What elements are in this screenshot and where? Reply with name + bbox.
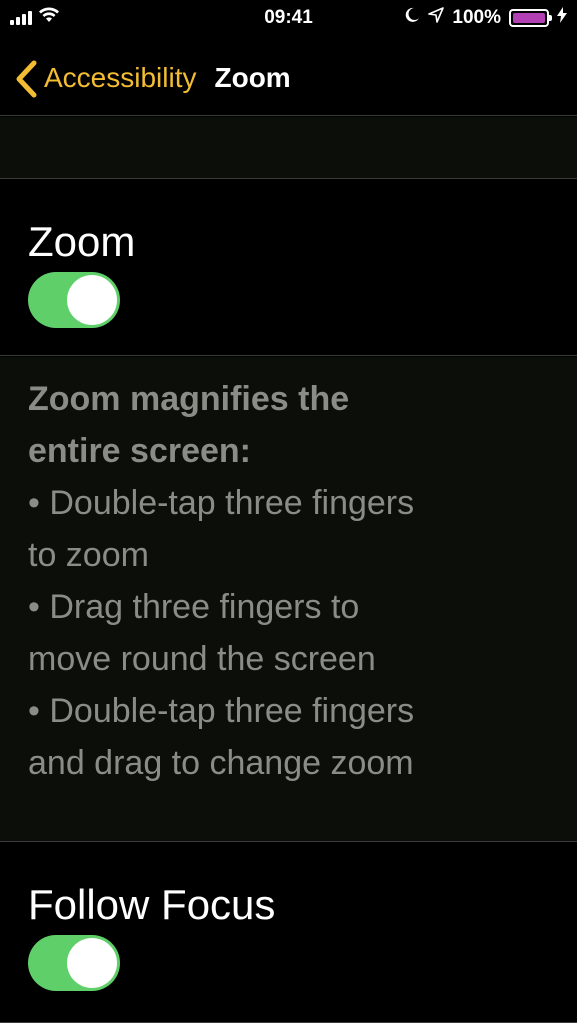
navigation-bar: Accessibility Zoom [0,40,577,116]
section-header-spacer [0,117,577,179]
zoom-row: Zoom [0,180,577,356]
description-bullet: Drag three fingers to [28,581,549,633]
back-button[interactable]: Accessibility [14,58,196,98]
description-continuation: to zoom [28,536,149,574]
zoom-label: Zoom [28,218,136,265]
moon-icon [404,7,420,29]
back-label: Accessibility [44,61,197,93]
page-title: Zoom [214,61,291,93]
description-bullet: Double-tap three fingers [28,685,549,737]
follow-focus-row: Follow Focus [0,843,577,1023]
status-right: 100% [404,7,567,29]
charging-icon [557,7,567,29]
description-intro-line: entire screen: [28,432,251,470]
wifi-icon [38,7,60,29]
description-continuation: move round the screen [28,640,376,678]
status-left [10,7,60,29]
battery-icon [509,9,552,27]
follow-focus-toggle[interactable] [28,935,120,991]
toggle-knob [67,938,117,988]
chevron-left-icon [14,58,44,98]
location-icon [428,7,445,29]
screen: 09:41 100% Accessibility Zoom Zoom Zoom … [0,0,577,1023]
zoom-description: Zoom magnifies the entire screen: Double… [0,357,577,842]
battery-percentage: 100% [452,7,501,28]
battery-fill [513,13,545,23]
zoom-toggle[interactable] [28,272,120,328]
description-continuation: and drag to change zoom [28,744,414,782]
description-bullet: Double-tap three fingers [28,477,549,529]
toggle-knob [67,275,117,325]
signal-icon [10,11,32,25]
follow-focus-label: Follow Focus [28,881,276,928]
status-bar: 09:41 100% [0,0,577,36]
description-intro-line: Zoom magnifies the [28,380,350,418]
